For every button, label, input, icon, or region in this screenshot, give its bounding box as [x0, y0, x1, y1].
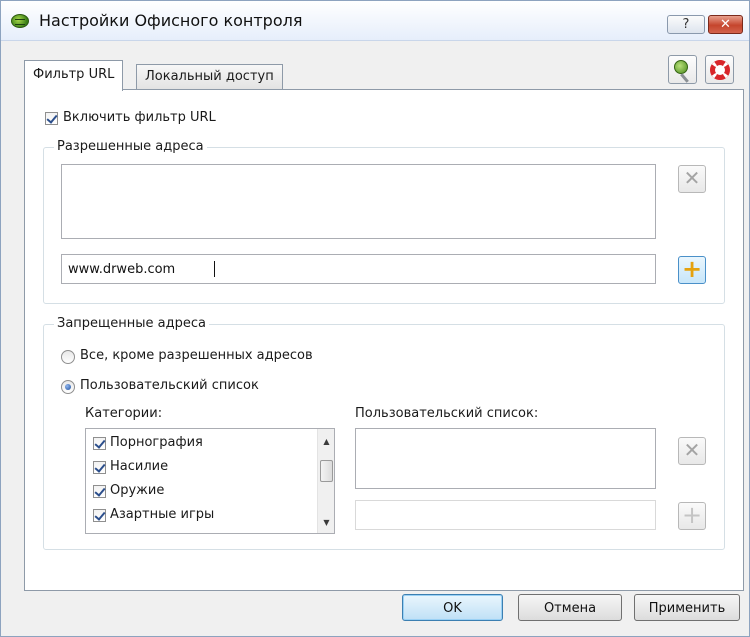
key-button[interactable] [668, 55, 697, 84]
category-checkbox[interactable] [93, 485, 106, 498]
remove-icon: ✕ [683, 166, 701, 190]
cancel-button[interactable]: Отмена [518, 594, 622, 621]
ok-button[interactable]: OK [402, 594, 503, 621]
categories-label: Категории: [85, 406, 163, 421]
category-label: Порнография [110, 435, 203, 450]
window-title: Настройки Офисного контроля [39, 11, 303, 30]
apply-button[interactable]: Применить [634, 594, 740, 621]
remove-icon: ✕ [683, 438, 701, 462]
category-label: Азартные игры [110, 507, 215, 522]
option-custom-list-radio[interactable] [61, 380, 75, 394]
lifebuoy-icon [710, 60, 730, 80]
allowed-address-input[interactable] [61, 254, 656, 284]
title-bar[interactable]: Настройки Офисного контроля ? ✕ [1, 1, 749, 41]
scroll-down-icon[interactable]: ▼ [318, 514, 334, 531]
tab-local-access[interactable]: Локальный доступ [136, 64, 283, 89]
support-button[interactable] [705, 55, 734, 84]
blocked-addresses-legend: Запрещенные адреса [54, 316, 210, 331]
category-checkbox[interactable] [93, 437, 106, 450]
blocked-address-input[interactable] [355, 500, 656, 530]
category-checkbox[interactable] [93, 461, 106, 474]
category-checkbox[interactable] [93, 509, 106, 522]
help-button[interactable]: ? [667, 15, 705, 34]
category-label: Насилие [110, 459, 169, 474]
option-all-except-allowed-radio[interactable] [61, 350, 75, 364]
allowed-addresses-list[interactable] [61, 164, 656, 239]
blocked-addresses-group: Запрещенные адреса Все, кроме разрешенны… [43, 316, 725, 550]
settings-window: Настройки Офисного контроля ? ✕ Фильтр U… [0, 0, 750, 637]
text-caret [214, 261, 215, 277]
add-icon: + [681, 501, 703, 529]
add-allowed-button[interactable]: + [678, 256, 706, 284]
allowed-addresses-legend: Разрешенные адреса [54, 139, 207, 154]
remove-allowed-button[interactable]: ✕ [678, 165, 706, 193]
option-custom-list-label: Пользовательский список [80, 378, 259, 393]
scroll-thumb[interactable] [320, 460, 333, 482]
key-icon [674, 60, 688, 74]
enable-url-filter-label: Включить фильтр URL [63, 110, 216, 125]
option-all-except-allowed-label: Все, кроме разрешенных адресов [80, 348, 313, 363]
enable-url-filter-checkbox[interactable] [45, 112, 58, 125]
scroll-up-icon[interactable]: ▲ [318, 433, 334, 450]
category-label: Оружие [110, 483, 165, 498]
custom-blocked-list[interactable] [355, 428, 656, 489]
url-filter-panel: Включить фильтр URL Разрешенные адреса ✕… [24, 89, 744, 591]
category-checkbox [93, 533, 106, 534]
allowed-addresses-group: Разрешенные адреса ✕ + [43, 139, 725, 304]
categories-list[interactable]: Порнография Насилие Оружие Азартные игры [85, 428, 335, 534]
remove-blocked-button[interactable]: ✕ [678, 437, 706, 465]
spider-app-icon [11, 14, 29, 28]
close-button[interactable]: ✕ [708, 15, 743, 34]
tab-url-filter[interactable]: Фильтр URL [24, 60, 124, 91]
add-icon: + [681, 255, 703, 283]
add-blocked-button[interactable]: + [678, 502, 706, 530]
categories-scrollbar[interactable]: ▲ ▼ [317, 429, 334, 533]
custom-list-label: Пользовательский список: [355, 406, 539, 421]
